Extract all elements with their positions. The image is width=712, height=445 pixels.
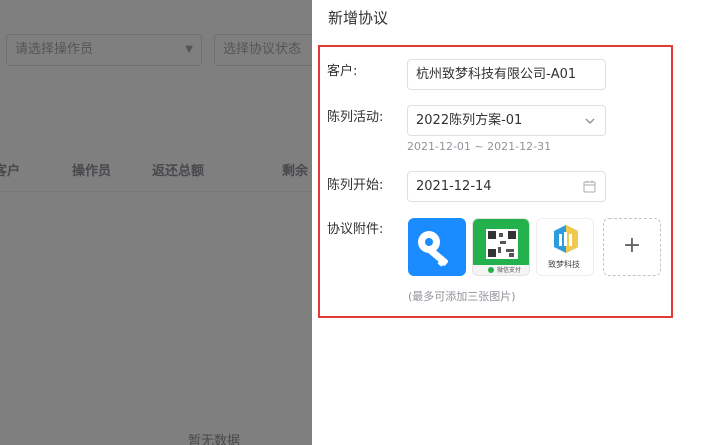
plus-icon: + xyxy=(622,233,642,258)
attachment-wechat-pay[interactable]: 微信支付 xyxy=(472,218,530,276)
zhimeng-logo xyxy=(554,225,578,253)
attachment-zhimeng-logo[interactable]: 致梦科技 xyxy=(536,218,594,276)
customer-field[interactable]: 杭州致梦科技有限公司-A01 xyxy=(407,59,606,90)
customer-label: 客户: xyxy=(327,64,358,79)
display-activity-select[interactable]: 2022陈列方案-01 xyxy=(407,105,606,136)
display-activity-label: 陈列活动: xyxy=(327,110,384,125)
attachment-key-app[interactable] xyxy=(408,218,466,276)
start-date-label: 陈列开始: xyxy=(327,178,384,193)
start-date-value: 2021-12-14 xyxy=(416,179,492,194)
add-image-button[interactable]: + xyxy=(603,218,661,276)
drawer-title: 新增协议 xyxy=(328,9,389,27)
zhimeng-caption: 致梦科技 xyxy=(548,260,580,269)
chevron-down-icon xyxy=(585,118,595,124)
key-app-icon xyxy=(418,231,449,267)
activity-date-range: 2021-12-01 ~ 2021-12-31 xyxy=(407,140,552,153)
calendar-icon xyxy=(583,180,596,193)
wechat-caption: 微信支付 xyxy=(497,267,522,274)
attachments-hint: (最多可添加三张图片) xyxy=(408,290,516,303)
customer-value: 杭州致梦科技有限公司-A01 xyxy=(416,67,577,82)
start-date-picker[interactable]: 2021-12-14 xyxy=(407,171,606,202)
attachments-label: 协议附件: xyxy=(327,222,384,237)
display-activity-value: 2022陈列方案-01 xyxy=(416,113,523,128)
